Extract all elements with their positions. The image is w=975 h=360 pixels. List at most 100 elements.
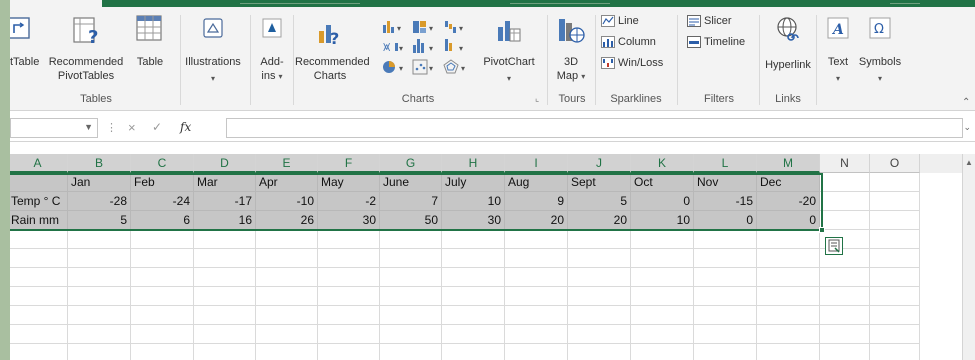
column-header-e[interactable]: E — [256, 154, 318, 173]
cell-d1[interactable]: Mar — [194, 173, 256, 192]
column-header-a[interactable]: A — [10, 154, 68, 173]
cell-n3[interactable] — [820, 211, 870, 230]
cell-o5[interactable] — [870, 249, 920, 268]
column-header-i[interactable]: I — [505, 154, 568, 173]
cell-k7[interactable] — [631, 287, 694, 306]
cell-f1[interactable]: May — [318, 173, 380, 192]
column-header-l[interactable]: L — [694, 154, 757, 173]
cell-c1[interactable]: Feb — [131, 173, 194, 192]
cell-m3[interactable]: 0 — [757, 211, 820, 230]
name-box[interactable]: ▼ — [10, 118, 98, 138]
pivotchart-button[interactable]: PivotChart ▾ — [475, 7, 543, 91]
cell-e8[interactable] — [256, 306, 318, 325]
cell-g7[interactable] — [380, 287, 442, 306]
cell-d2[interactable]: -17 — [194, 192, 256, 211]
cell-o8[interactable] — [870, 306, 920, 325]
3d-map-button[interactable]: 3D Map ▾ — [549, 7, 593, 91]
cell-m7[interactable] — [757, 287, 820, 306]
cell-l9[interactable] — [694, 325, 757, 344]
cell-g2[interactable]: 7 — [380, 192, 442, 211]
cell-j1[interactable]: Sept — [568, 173, 631, 192]
cell-o2[interactable] — [870, 192, 920, 211]
active-ribbon-tab[interactable] — [10, 0, 102, 7]
cell-n6[interactable] — [820, 268, 870, 287]
cell-b5[interactable] — [68, 249, 131, 268]
cell-h10[interactable] — [442, 344, 505, 360]
cell-b7[interactable] — [68, 287, 131, 306]
cell-n1[interactable] — [820, 173, 870, 192]
cell-o7[interactable] — [870, 287, 920, 306]
cell-e2[interactable]: -10 — [256, 192, 318, 211]
cell-a5[interactable] — [10, 249, 68, 268]
cell-k10[interactable] — [631, 344, 694, 360]
cell-i7[interactable] — [505, 287, 568, 306]
scroll-up-icon[interactable]: ▲ — [965, 158, 973, 167]
cell-c7[interactable] — [131, 287, 194, 306]
cell-f10[interactable] — [318, 344, 380, 360]
cell-m5[interactable] — [757, 249, 820, 268]
cell-e5[interactable] — [256, 249, 318, 268]
cell-e1[interactable]: Apr — [256, 173, 318, 192]
cell-b2[interactable]: -28 — [68, 192, 131, 211]
cell-d9[interactable] — [194, 325, 256, 344]
cell-f7[interactable] — [318, 287, 380, 306]
cell-f6[interactable] — [318, 268, 380, 287]
illustrations-button[interactable]: Illustrations ▾ — [182, 7, 244, 91]
column-header-g[interactable]: G — [380, 154, 442, 173]
cell-n8[interactable] — [820, 306, 870, 325]
cell-i9[interactable] — [505, 325, 568, 344]
formula-input[interactable] — [226, 118, 963, 138]
cell-k5[interactable] — [631, 249, 694, 268]
cell-a6[interactable] — [10, 268, 68, 287]
column-header-o[interactable]: O — [870, 154, 920, 173]
cell-g1[interactable]: June — [380, 173, 442, 192]
cell-m6[interactable] — [757, 268, 820, 287]
cell-b1[interactable]: Jan — [68, 173, 131, 192]
cell-g6[interactable] — [380, 268, 442, 287]
cell-g10[interactable] — [380, 344, 442, 360]
cell-d10[interactable] — [194, 344, 256, 360]
cell-i2[interactable]: 9 — [505, 192, 568, 211]
cell-m9[interactable] — [757, 325, 820, 344]
cell-m10[interactable] — [757, 344, 820, 360]
text-button[interactable]: A Text ▾ — [820, 7, 856, 91]
fill-handle[interactable] — [819, 227, 825, 233]
recommended-pivottables-button[interactable]: ? Recommended PivotTables — [42, 7, 130, 91]
cell-h9[interactable] — [442, 325, 505, 344]
cell-i1[interactable]: Aug — [505, 173, 568, 192]
quick-analysis-button[interactable] — [825, 237, 843, 255]
enter-icon[interactable]: ✓ — [152, 120, 162, 134]
cell-n10[interactable] — [820, 344, 870, 360]
column-header-d[interactable]: D — [194, 154, 256, 173]
slicer-button[interactable]: Slicer — [687, 13, 732, 29]
cell-g5[interactable] — [380, 249, 442, 268]
dialog-launcher-icon[interactable]: ⌞ — [535, 93, 539, 104]
cell-l5[interactable] — [694, 249, 757, 268]
cell-j9[interactable] — [568, 325, 631, 344]
cell-c5[interactable] — [131, 249, 194, 268]
insert-function-icon[interactable]: fx — [180, 120, 191, 134]
cell-i8[interactable] — [505, 306, 568, 325]
hyperlink-button[interactable]: Hyperlink — [761, 7, 815, 91]
cell-l7[interactable] — [694, 287, 757, 306]
cell-j2[interactable]: 5 — [568, 192, 631, 211]
cell-d8[interactable] — [194, 306, 256, 325]
cell-e9[interactable] — [256, 325, 318, 344]
cell-i10[interactable] — [505, 344, 568, 360]
worksheet-grid[interactable]: ABCDEFGHIJKLMNO Jan Feb Mar Apr May June July A… — [10, 154, 975, 360]
cell-n2[interactable] — [820, 192, 870, 211]
cell-a8[interactable] — [10, 306, 68, 325]
cell-k3[interactable]: 10 — [631, 211, 694, 230]
cell-b10[interactable] — [68, 344, 131, 360]
cell-f5[interactable] — [318, 249, 380, 268]
cell-l1[interactable]: Nov — [694, 173, 757, 192]
cell-a3[interactable]: Rain mm — [10, 211, 68, 230]
column-header-b[interactable]: B — [68, 154, 131, 173]
cell-l8[interactable] — [694, 306, 757, 325]
cell-l3[interactable]: 0 — [694, 211, 757, 230]
cell-h8[interactable] — [442, 306, 505, 325]
cell-j10[interactable] — [568, 344, 631, 360]
cell-o9[interactable] — [870, 325, 920, 344]
cell-d6[interactable] — [194, 268, 256, 287]
cell-f3[interactable]: 30 — [318, 211, 380, 230]
